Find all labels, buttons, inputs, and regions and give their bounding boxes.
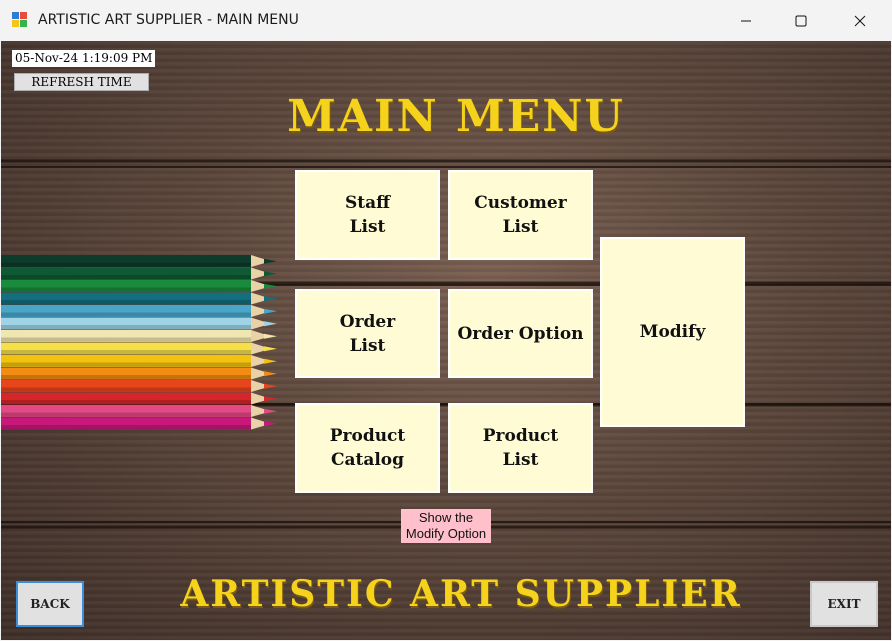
pencil	[1, 355, 277, 367]
pencil	[1, 367, 277, 380]
application-window: ARTISTIC ART SUPPLIER - MAIN MENU 05-Nov…	[0, 0, 892, 641]
exit-button[interactable]: EXIT	[810, 581, 878, 627]
colored-pencils-image	[1, 255, 277, 430]
title-bar[interactable]: ARTISTIC ART SUPPLIER - MAIN MENU	[0, 0, 892, 41]
pencil	[1, 342, 277, 355]
datetime-label: 05-Nov-24 1:19:09 PM	[12, 50, 156, 67]
product-catalog-button[interactable]: Product Catalog	[295, 403, 440, 493]
pencil	[1, 330, 277, 342]
main-menu-panel: 05-Nov-24 1:19:09 PM REFRESH TIME MAIN M…	[1, 41, 891, 640]
tooltip-text: Show the Modify Option	[405, 510, 487, 541]
back-button[interactable]: BACK	[16, 581, 84, 627]
order-list-button[interactable]: Order List	[295, 289, 440, 378]
modify-button[interactable]: Modify	[600, 237, 745, 427]
product-list-label: Product List	[482, 426, 559, 470]
pencil	[1, 255, 277, 267]
pencil	[1, 305, 277, 317]
close-icon	[854, 15, 866, 26]
pencil	[1, 405, 277, 417]
pencil	[1, 417, 277, 430]
order-list-label: Order List	[339, 311, 396, 356]
maximize-icon	[795, 15, 807, 26]
customer-list-label: Customer List	[474, 193, 567, 237]
order-option-button[interactable]: Order Option	[448, 289, 593, 378]
footer-brand-title: ARTISTIC ART SUPPLIER	[180, 573, 742, 615]
pencil	[1, 267, 277, 280]
product-catalog-label: Product Catalog	[329, 426, 406, 470]
pencil	[1, 280, 277, 292]
product-list-button[interactable]: Product List	[448, 403, 593, 493]
pencil	[1, 292, 277, 305]
maximize-button[interactable]	[772, 0, 830, 41]
wood-plank-line	[1, 166, 891, 168]
pencil	[1, 380, 277, 392]
pencil	[1, 392, 277, 405]
refresh-time-button[interactable]: REFRESH TIME	[14, 73, 149, 91]
customer-list-button[interactable]: Customer List	[448, 170, 593, 260]
staff-list-label: Staff List	[344, 193, 391, 237]
app-icon	[12, 12, 29, 29]
close-button[interactable]	[831, 0, 889, 41]
page-title: MAIN MENU	[287, 91, 625, 142]
modify-label: Modify	[639, 322, 706, 342]
pencil	[1, 317, 277, 330]
minimize-button[interactable]	[717, 0, 775, 41]
staff-list-button[interactable]: Staff List	[295, 170, 440, 260]
minimize-icon	[741, 20, 751, 21]
window-title: ARTISTIC ART SUPPLIER - MAIN MENU	[38, 12, 299, 28]
order-option-label: Order Option	[457, 323, 584, 344]
modify-tooltip: Show the Modify Option	[401, 509, 491, 543]
